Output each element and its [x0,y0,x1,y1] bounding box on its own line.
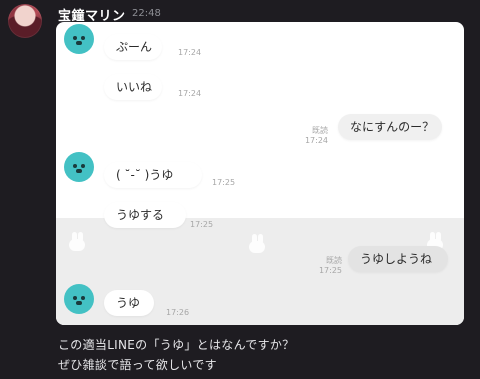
author-avatar[interactable] [8,4,42,38]
message-time: 17:24 [304,136,328,145]
line-chat-screenshot: ぷーん 17:24 いいね 17:24 既読 17:24 なにすんのー？ ( ˘… [56,22,464,325]
message-text-line-2: ぜひ雑談で語って欲しいです [58,358,217,372]
bunny-sticker-icon [68,232,86,252]
read-receipt: 既読 [326,256,342,265]
message-time: 17:25 [318,266,342,275]
message-bubble: うゆする [104,202,186,228]
message-bubble: いいね [104,74,162,100]
message-bubble: ( ˘-˘ )うゆ [104,162,202,188]
message-time: 17:26 [166,308,190,317]
bunny-sticker-icon [248,234,266,254]
message-time: 17:24 [178,89,202,98]
bear-avatar-icon [64,24,94,54]
message-timestamp: 22:48 [132,8,161,19]
message-time: 17:25 [190,220,214,229]
read-receipt: 既読 [312,126,328,135]
message-bubble: うゆしようね [348,246,448,272]
bear-avatar-icon [64,284,94,314]
message-time: 17:25 [212,178,236,187]
message-text-line-1: この適当LINEの「うゆ」とはなんですか？ [58,338,295,352]
message-bubble: なにすんのー？ [338,114,442,140]
message-bubble: ぷーん [104,34,162,60]
message-bubble: うゆ [104,290,154,316]
message-time: 17:24 [178,48,202,57]
bear-avatar-icon [64,152,94,182]
